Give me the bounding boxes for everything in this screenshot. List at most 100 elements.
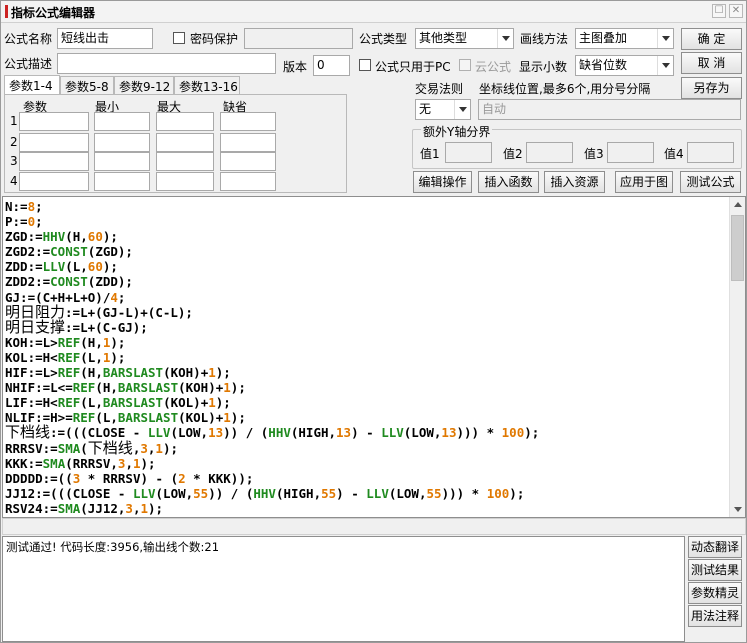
scroll-down-icon[interactable] — [730, 501, 745, 517]
code-text[interactable]: N:=8; P:=0; ZGD:=HHV(H,60); ZGD2:=CONST(ZGD… — [5, 199, 539, 516]
close-icon[interactable]: ✕ — [729, 4, 743, 18]
insert-function-button[interactable]: 插入函数 — [478, 171, 539, 193]
yaxis-value-4-label: 值4 — [664, 147, 684, 161]
trade-label: 交易法则 — [415, 82, 464, 96]
cloud-label: 云公式 — [475, 60, 512, 74]
chevron-down-icon — [657, 29, 673, 48]
coord-input[interactable]: 自动 — [478, 99, 741, 120]
code-line[interactable]: 明日支撑:=L+(C-GJ); — [5, 319, 539, 335]
param-2-name[interactable] — [19, 133, 89, 152]
param-2-max[interactable] — [156, 133, 214, 152]
code-line[interactable]: LIF:=H<REF(L,BARSLAST(KOL)+1); — [5, 395, 539, 410]
draw-select[interactable]: 主图叠加 — [575, 28, 674, 49]
desc-input[interactable] — [57, 53, 276, 74]
usage-notes-button[interactable]: 用法注释 — [688, 605, 742, 627]
chevron-down-icon — [497, 29, 513, 48]
code-line[interactable]: KOH:=L>REF(H,1); — [5, 335, 539, 350]
version-input[interactable]: 0 — [313, 55, 350, 76]
code-line[interactable]: NHIF:=L<=REF(H,BARSLAST(KOH)+1); — [5, 380, 539, 395]
param-3-max[interactable] — [156, 152, 214, 171]
yaxis-value-1-input[interactable] — [445, 142, 492, 163]
param-4-max[interactable] — [156, 172, 214, 191]
test-formula-button[interactable]: 测试公式 — [680, 171, 741, 193]
decimal-value: 缺省位数 — [579, 58, 628, 72]
param-row-number: 4 — [10, 174, 18, 188]
code-line[interactable]: KOL:=H<REF(L,1); — [5, 350, 539, 365]
tab-params-9-12[interactable]: 参数9-12 — [114, 76, 174, 94]
param-3-name[interactable] — [19, 152, 89, 171]
param-2-min[interactable] — [94, 133, 150, 152]
param-3-default[interactable] — [220, 152, 276, 171]
coord-label: 坐标线位置,最多6个,用分号分隔 — [479, 82, 651, 96]
param-4-min[interactable] — [94, 172, 150, 191]
tab-params-13-16[interactable]: 参数13-16 — [174, 76, 240, 94]
scroll-thumb[interactable] — [731, 215, 744, 281]
code-line[interactable]: P:=0; — [5, 214, 539, 229]
password-input[interactable] — [244, 28, 353, 49]
param-4-name[interactable] — [19, 172, 89, 191]
draw-value: 主图叠加 — [579, 31, 628, 45]
decimal-select[interactable]: 缺省位数 — [575, 55, 674, 76]
param-1-default[interactable] — [220, 112, 276, 131]
app-icon — [5, 5, 8, 18]
param-4-default[interactable] — [220, 172, 276, 191]
code-line[interactable]: HIF:=L>REF(H,BARSLAST(KOH)+1); — [5, 365, 539, 380]
title-bar: 指标公式编辑器 ☐ ✕ — [1, 1, 746, 23]
scroll-up-icon[interactable] — [730, 197, 745, 213]
code-line[interactable]: RRRSV:=SMA(下档线,3,1); — [5, 440, 539, 456]
code-line[interactable]: ZGD2:=CONST(ZGD); — [5, 244, 539, 259]
draw-label: 画线方法 — [520, 32, 569, 46]
maximize-icon[interactable]: ☐ — [712, 4, 726, 18]
code-line[interactable]: ZGD:=HHV(H,60); — [5, 229, 539, 244]
test-result-text: 测试通过! 代码长度:3956,输出线个数:21 — [6, 540, 220, 554]
editor-vertical-scrollbar[interactable] — [729, 197, 745, 517]
tab-params-5-8[interactable]: 参数5-8 — [60, 76, 114, 94]
type-value: 其他类型 — [419, 31, 468, 45]
test-result-button[interactable]: 测试结果 — [688, 559, 742, 581]
code-line[interactable]: ZDD:=LLV(L,60); — [5, 259, 539, 274]
window-title: 指标公式编辑器 — [11, 6, 96, 20]
param-3-min[interactable] — [94, 152, 150, 171]
yaxis-value-3-input[interactable] — [607, 142, 654, 163]
insert-resource-button[interactable]: 插入资源 — [544, 171, 605, 193]
apply-to-chart-button[interactable]: 应用于图 — [615, 171, 673, 193]
param-2-default[interactable] — [220, 133, 276, 152]
yaxis-value-1-label: 值1 — [420, 147, 440, 161]
cloud-checkbox[interactable] — [459, 59, 471, 71]
cancel-button[interactable]: 取 消 — [681, 52, 742, 74]
dynamic-translate-button[interactable]: 动态翻译 — [688, 536, 742, 558]
code-line[interactable]: 下档线:=(((CLOSE - LLV(LOW,13)) / (HHV(HIGH… — [5, 425, 539, 441]
code-line[interactable]: RSV24:=SMA(JJ12,3,1); — [5, 501, 539, 516]
yaxis-value-2-input[interactable] — [526, 142, 573, 163]
param-1-max[interactable] — [156, 112, 214, 131]
param-1-name[interactable] — [19, 112, 89, 131]
chevron-down-icon — [657, 56, 673, 75]
code-line[interactable]: ZDD2:=CONST(ZDD); — [5, 274, 539, 289]
pc-only-checkbox[interactable] — [359, 59, 371, 71]
param-1-min[interactable] — [94, 112, 150, 131]
code-editor[interactable]: N:=8; P:=0; ZGD:=HHV(H,60); ZGD2:=CONST(ZGD… — [2, 196, 746, 518]
password-checkbox[interactable] — [173, 32, 185, 44]
param-row-number: 2 — [10, 135, 18, 149]
password-label: 密码保护 — [190, 32, 239, 46]
trade-select[interactable]: 无 — [415, 99, 471, 120]
trade-value: 无 — [419, 102, 432, 116]
chevron-down-icon — [454, 100, 470, 119]
param-wizard-button[interactable]: 参数精灵 — [688, 582, 742, 604]
ok-button[interactable]: 确 定 — [681, 28, 742, 50]
edit-ops-button[interactable]: 编辑操作 — [413, 171, 472, 193]
code-line[interactable]: DDDDD:=((3 * RRRSV) - (2 * KKK)); — [5, 471, 539, 486]
tab-params-1-4[interactable]: 参数1-4 — [4, 75, 60, 95]
type-select[interactable]: 其他类型 — [415, 28, 514, 49]
code-line[interactable]: NLIF:=H>=REF(L,BARSLAST(KOL)+1); — [5, 410, 539, 425]
code-line[interactable]: GJ:=(C+H+L+O)/4; — [5, 290, 539, 305]
code-line[interactable]: KKK:=SMA(RRRSV,3,1); — [5, 456, 539, 471]
code-line[interactable]: JJ12:=(((CLOSE - LLV(LOW,55)) / (HHV(HIG… — [5, 486, 539, 501]
code-line[interactable]: 明日阻力:=L+(GJ-L)+(C-L); — [5, 304, 539, 320]
editor-horizontal-scrollbar[interactable] — [2, 518, 746, 535]
yaxis-value-4-input[interactable] — [687, 142, 734, 163]
name-input[interactable]: 短线出击 — [57, 28, 153, 49]
save-as-button[interactable]: 另存为 — [681, 77, 742, 99]
code-line[interactable]: N:=8; — [5, 199, 539, 214]
param-row-number: 3 — [10, 154, 18, 168]
